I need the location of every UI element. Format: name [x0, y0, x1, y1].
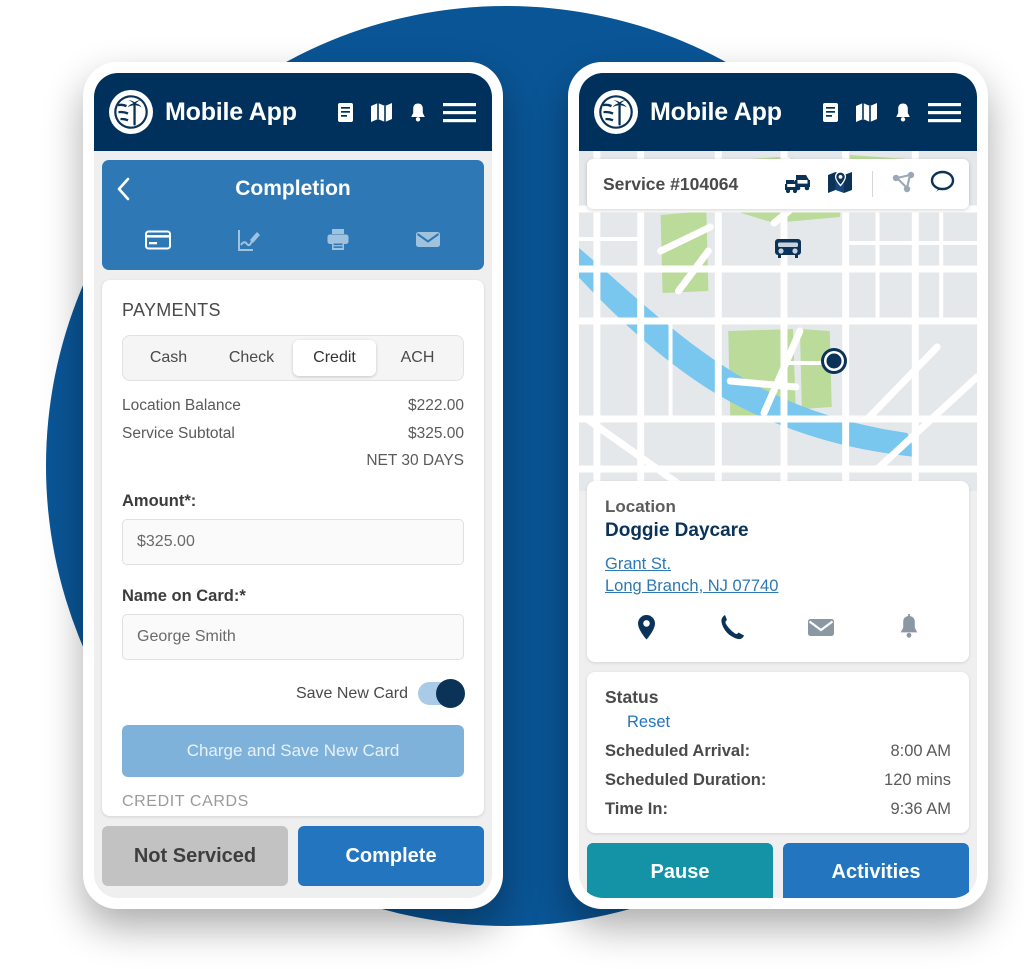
payments-section-title: PAYMENTS	[122, 300, 221, 320]
share-icon[interactable]	[891, 170, 916, 198]
screenshot-stage: Mobile App Completion PAYMENTS Cash Chec…	[0, 0, 1024, 969]
page-title: Completion	[235, 177, 351, 200]
status-row-time-in: Time In: 9:36 AM	[605, 800, 951, 819]
location-actions	[605, 614, 951, 650]
status-row-scheduled-arrival: Scheduled Arrival: 8:00 AM	[605, 742, 951, 761]
save-new-card-row: Save New Card	[122, 679, 465, 708]
payment-method-segmented-control: Cash Check Credit ACH	[122, 335, 464, 381]
status-value: 8:00 AM	[890, 741, 951, 760]
credit-cards-label: CREDIT CARDS	[122, 793, 249, 810]
phone-icon[interactable]	[720, 614, 745, 645]
summary-value: $325.00	[407, 425, 464, 442]
charge-and-save-button[interactable]: Charge and Save New Card	[122, 725, 464, 777]
service-bar-icons	[784, 170, 955, 199]
payment-terms-note: NET 30 DAYS	[366, 452, 464, 469]
completion-title-row: Completion	[102, 160, 484, 218]
globe-palm-logo-icon	[594, 90, 638, 134]
status-value: 9:36 AM	[890, 799, 951, 818]
globe-palm-logo-icon	[109, 90, 153, 134]
hamburger-menu-icon[interactable]	[443, 101, 476, 124]
map-icon[interactable]	[370, 102, 393, 123]
save-new-card-label: Save New Card	[295, 684, 408, 702]
app-header-right: Mobile App	[579, 73, 977, 151]
summary-row-service-subtotal: Service Subtotal $325.00	[122, 425, 464, 443]
summary-row-location-balance: Location Balance $222.00	[122, 397, 464, 415]
phone-left-screen: Mobile App Completion PAYMENTS Cash Chec…	[94, 73, 492, 898]
location-address[interactable]: Grant St. Long Branch, NJ 07740	[605, 553, 951, 598]
document-icon[interactable]	[337, 102, 354, 123]
map-pin-icon[interactable]	[636, 614, 657, 646]
phone-right-screen: Mobile App Service #104064 Location Dogg…	[579, 73, 977, 898]
summary-value: $222.00	[407, 397, 464, 414]
right-footer-buttons: Pause Activities	[579, 833, 977, 898]
summary-label: Location Balance	[122, 397, 241, 414]
service-bar: Service #104064	[587, 159, 969, 209]
chat-bubble-icon[interactable]	[930, 170, 955, 199]
address-line-2: Long Branch, NJ 07740	[605, 577, 779, 596]
bell-icon[interactable]	[898, 614, 920, 645]
location-label: Location	[605, 497, 676, 516]
completion-tools	[102, 218, 484, 266]
app-header-left: Mobile App	[94, 73, 492, 151]
envelope-icon[interactable]	[415, 230, 441, 254]
address-line-1: Grant St.	[605, 555, 672, 573]
map-view[interactable]: Service #104064	[579, 151, 977, 491]
pause-button[interactable]: Pause	[587, 842, 773, 898]
status-label: Scheduled Arrival:	[605, 741, 751, 760]
app-title: Mobile App	[165, 97, 297, 126]
map-icon[interactable]	[855, 102, 878, 123]
payment-method-cash[interactable]: Cash	[127, 340, 210, 376]
service-id-label: Service #104064	[603, 173, 739, 194]
name-on-card-input[interactable]: George Smith	[122, 614, 464, 660]
status-row-scheduled-duration: Scheduled Duration: 120 mins	[605, 771, 951, 790]
status-card: Status Reset Scheduled Arrival: 8:00 AM …	[587, 671, 969, 833]
status-label: Scheduled Duration:	[605, 770, 767, 789]
summary-label: Service Subtotal	[122, 425, 235, 442]
location-name: Doggie Daycare	[605, 520, 749, 541]
activities-button[interactable]: Activities	[783, 842, 969, 898]
toggle-knob	[436, 679, 465, 708]
truck-icon[interactable]	[774, 235, 802, 266]
status-label: Time In:	[605, 799, 668, 818]
amount-input[interactable]: $325.00	[122, 519, 464, 565]
bell-icon[interactable]	[409, 102, 427, 123]
payment-method-check[interactable]: Check	[210, 340, 293, 376]
document-icon[interactable]	[822, 102, 839, 123]
status-title: Status	[605, 686, 659, 707]
location-card: Location Doggie Daycare Grant St. Long B…	[587, 481, 969, 662]
traffic-cars-icon[interactable]	[784, 171, 813, 198]
save-new-card-toggle[interactable]	[418, 679, 465, 708]
status-reset-link[interactable]: Reset	[627, 713, 951, 732]
hamburger-menu-icon[interactable]	[928, 101, 961, 124]
icon-divider	[872, 171, 873, 197]
signature-icon[interactable]	[236, 228, 261, 257]
payment-method-ach[interactable]: ACH	[376, 340, 459, 376]
credit-card-icon[interactable]	[144, 230, 171, 255]
app-title: Mobile App	[650, 97, 782, 126]
complete-button[interactable]: Complete	[298, 826, 484, 886]
status-value: 120 mins	[884, 770, 951, 789]
phone-right: Mobile App Service #104064 Location Dogg…	[568, 62, 988, 909]
bell-icon[interactable]	[894, 102, 912, 123]
location-dot-icon[interactable]	[820, 347, 848, 380]
printer-icon[interactable]	[326, 228, 350, 256]
envelope-icon[interactable]	[807, 617, 835, 643]
header-icons-left	[337, 101, 476, 124]
header-icons-right	[822, 101, 961, 124]
payments-card: PAYMENTS Cash Check Credit ACH Location …	[102, 280, 484, 816]
phone-left: Mobile App Completion PAYMENTS Cash Chec…	[83, 62, 503, 909]
not-serviced-button[interactable]: Not Serviced	[102, 826, 288, 886]
payment-method-credit[interactable]: Credit	[293, 340, 376, 376]
left-footer-buttons: Not Serviced Complete	[94, 816, 492, 898]
map-pin-icon[interactable]	[827, 170, 854, 199]
completion-bar: Completion	[102, 160, 484, 270]
amount-label: Amount*:	[122, 492, 197, 510]
name-on-card-label: Name on Card:*	[122, 587, 246, 605]
